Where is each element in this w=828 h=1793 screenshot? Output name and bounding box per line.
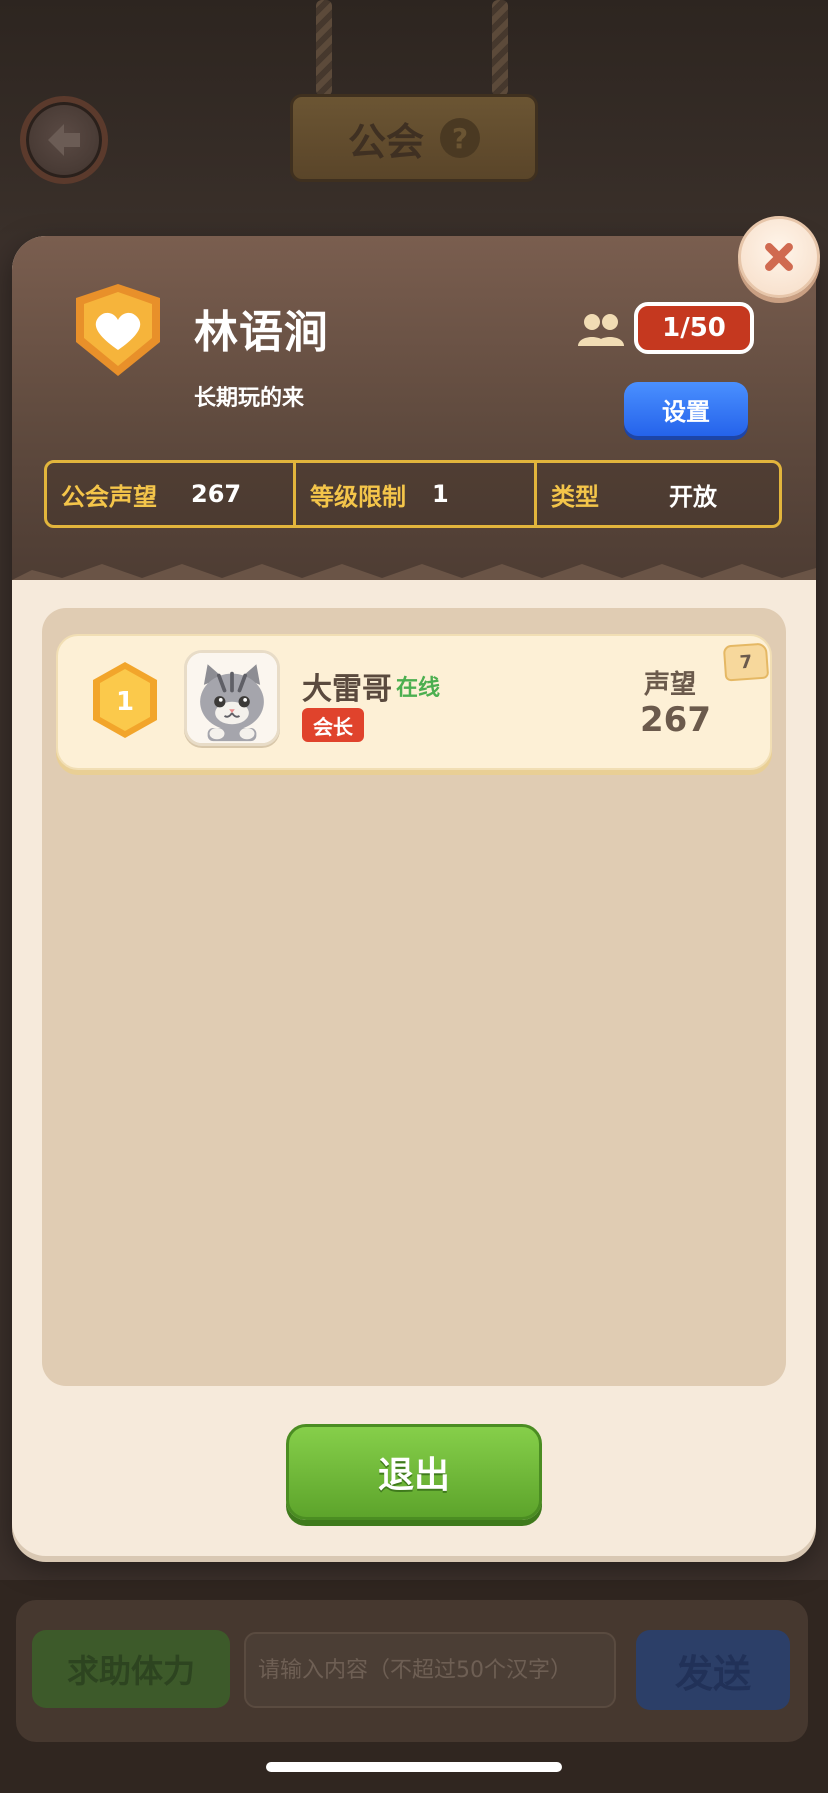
stat-level-limit: 等级限制 1 (293, 463, 534, 525)
page-title: 公会 (347, 119, 424, 164)
member-name: 大雷哥 (302, 672, 392, 707)
member-rank: 1 (116, 687, 134, 717)
stat-value: 1 (432, 480, 449, 508)
rank-badge-hexagon-icon: 1 (93, 662, 157, 738)
member-row[interactable]: 1 大雷哥 在线 会长 声望 267 7 (56, 634, 772, 770)
guild-motto: 长期玩的来 (194, 386, 305, 411)
guild-stats-bar: 公会声望 267 等级限制 1 类型 开放 (44, 460, 782, 528)
stat-type: 类型 开放 (534, 463, 779, 525)
stat-reputation: 公会声望 267 (47, 463, 293, 525)
guild-screen: 公会 ? 求助体力 发送 林语涧 长期玩的来 1/50 设置 公会声 (0, 0, 828, 1793)
exit-guild-button[interactable]: 退出 (286, 1424, 542, 1520)
stat-value: 开放 (669, 482, 717, 511)
close-button[interactable] (738, 216, 820, 298)
guild-modal: 林语涧 长期玩的来 1/50 设置 公会声望 267 等级限制 1 类型 开放 (12, 236, 816, 1556)
settings-button[interactable]: 设置 (624, 382, 748, 436)
avatar[interactable] (184, 650, 280, 746)
arrow-left-icon (48, 124, 80, 156)
stat-value: 267 (191, 480, 242, 508)
page-title-sign: 公会 ? (290, 94, 538, 182)
home-indicator (266, 1762, 562, 1772)
sign-rope-left (316, 0, 332, 96)
stat-label: 等级限制 (310, 482, 406, 511)
guild-emblem-shield-icon (76, 284, 160, 376)
back-button[interactable] (20, 96, 108, 184)
members-icon (578, 314, 624, 346)
member-list: 1 大雷哥 在线 会长 声望 267 7 (42, 608, 786, 1386)
reputation-value: 267 (640, 700, 711, 740)
role-badge: 会长 (302, 708, 364, 742)
cat-avatar-icon (187, 653, 277, 743)
stat-label: 类型 (551, 482, 599, 511)
help-icon[interactable]: ? (440, 118, 480, 158)
stat-label: 公会声望 (61, 482, 157, 511)
online-status: 在线 (396, 676, 441, 701)
sign-rope-right (492, 0, 508, 96)
level-tag: 7 (722, 642, 770, 682)
guild-name: 林语涧 (194, 307, 329, 358)
chat-input[interactable] (244, 1632, 616, 1708)
header-zigzag-divider (12, 564, 816, 596)
reputation-label: 声望 (644, 670, 697, 700)
close-icon (765, 243, 793, 271)
member-count-badge: 1/50 (634, 302, 754, 354)
send-button[interactable]: 发送 (636, 1630, 790, 1710)
request-stamina-button[interactable]: 求助体力 (32, 1630, 230, 1708)
